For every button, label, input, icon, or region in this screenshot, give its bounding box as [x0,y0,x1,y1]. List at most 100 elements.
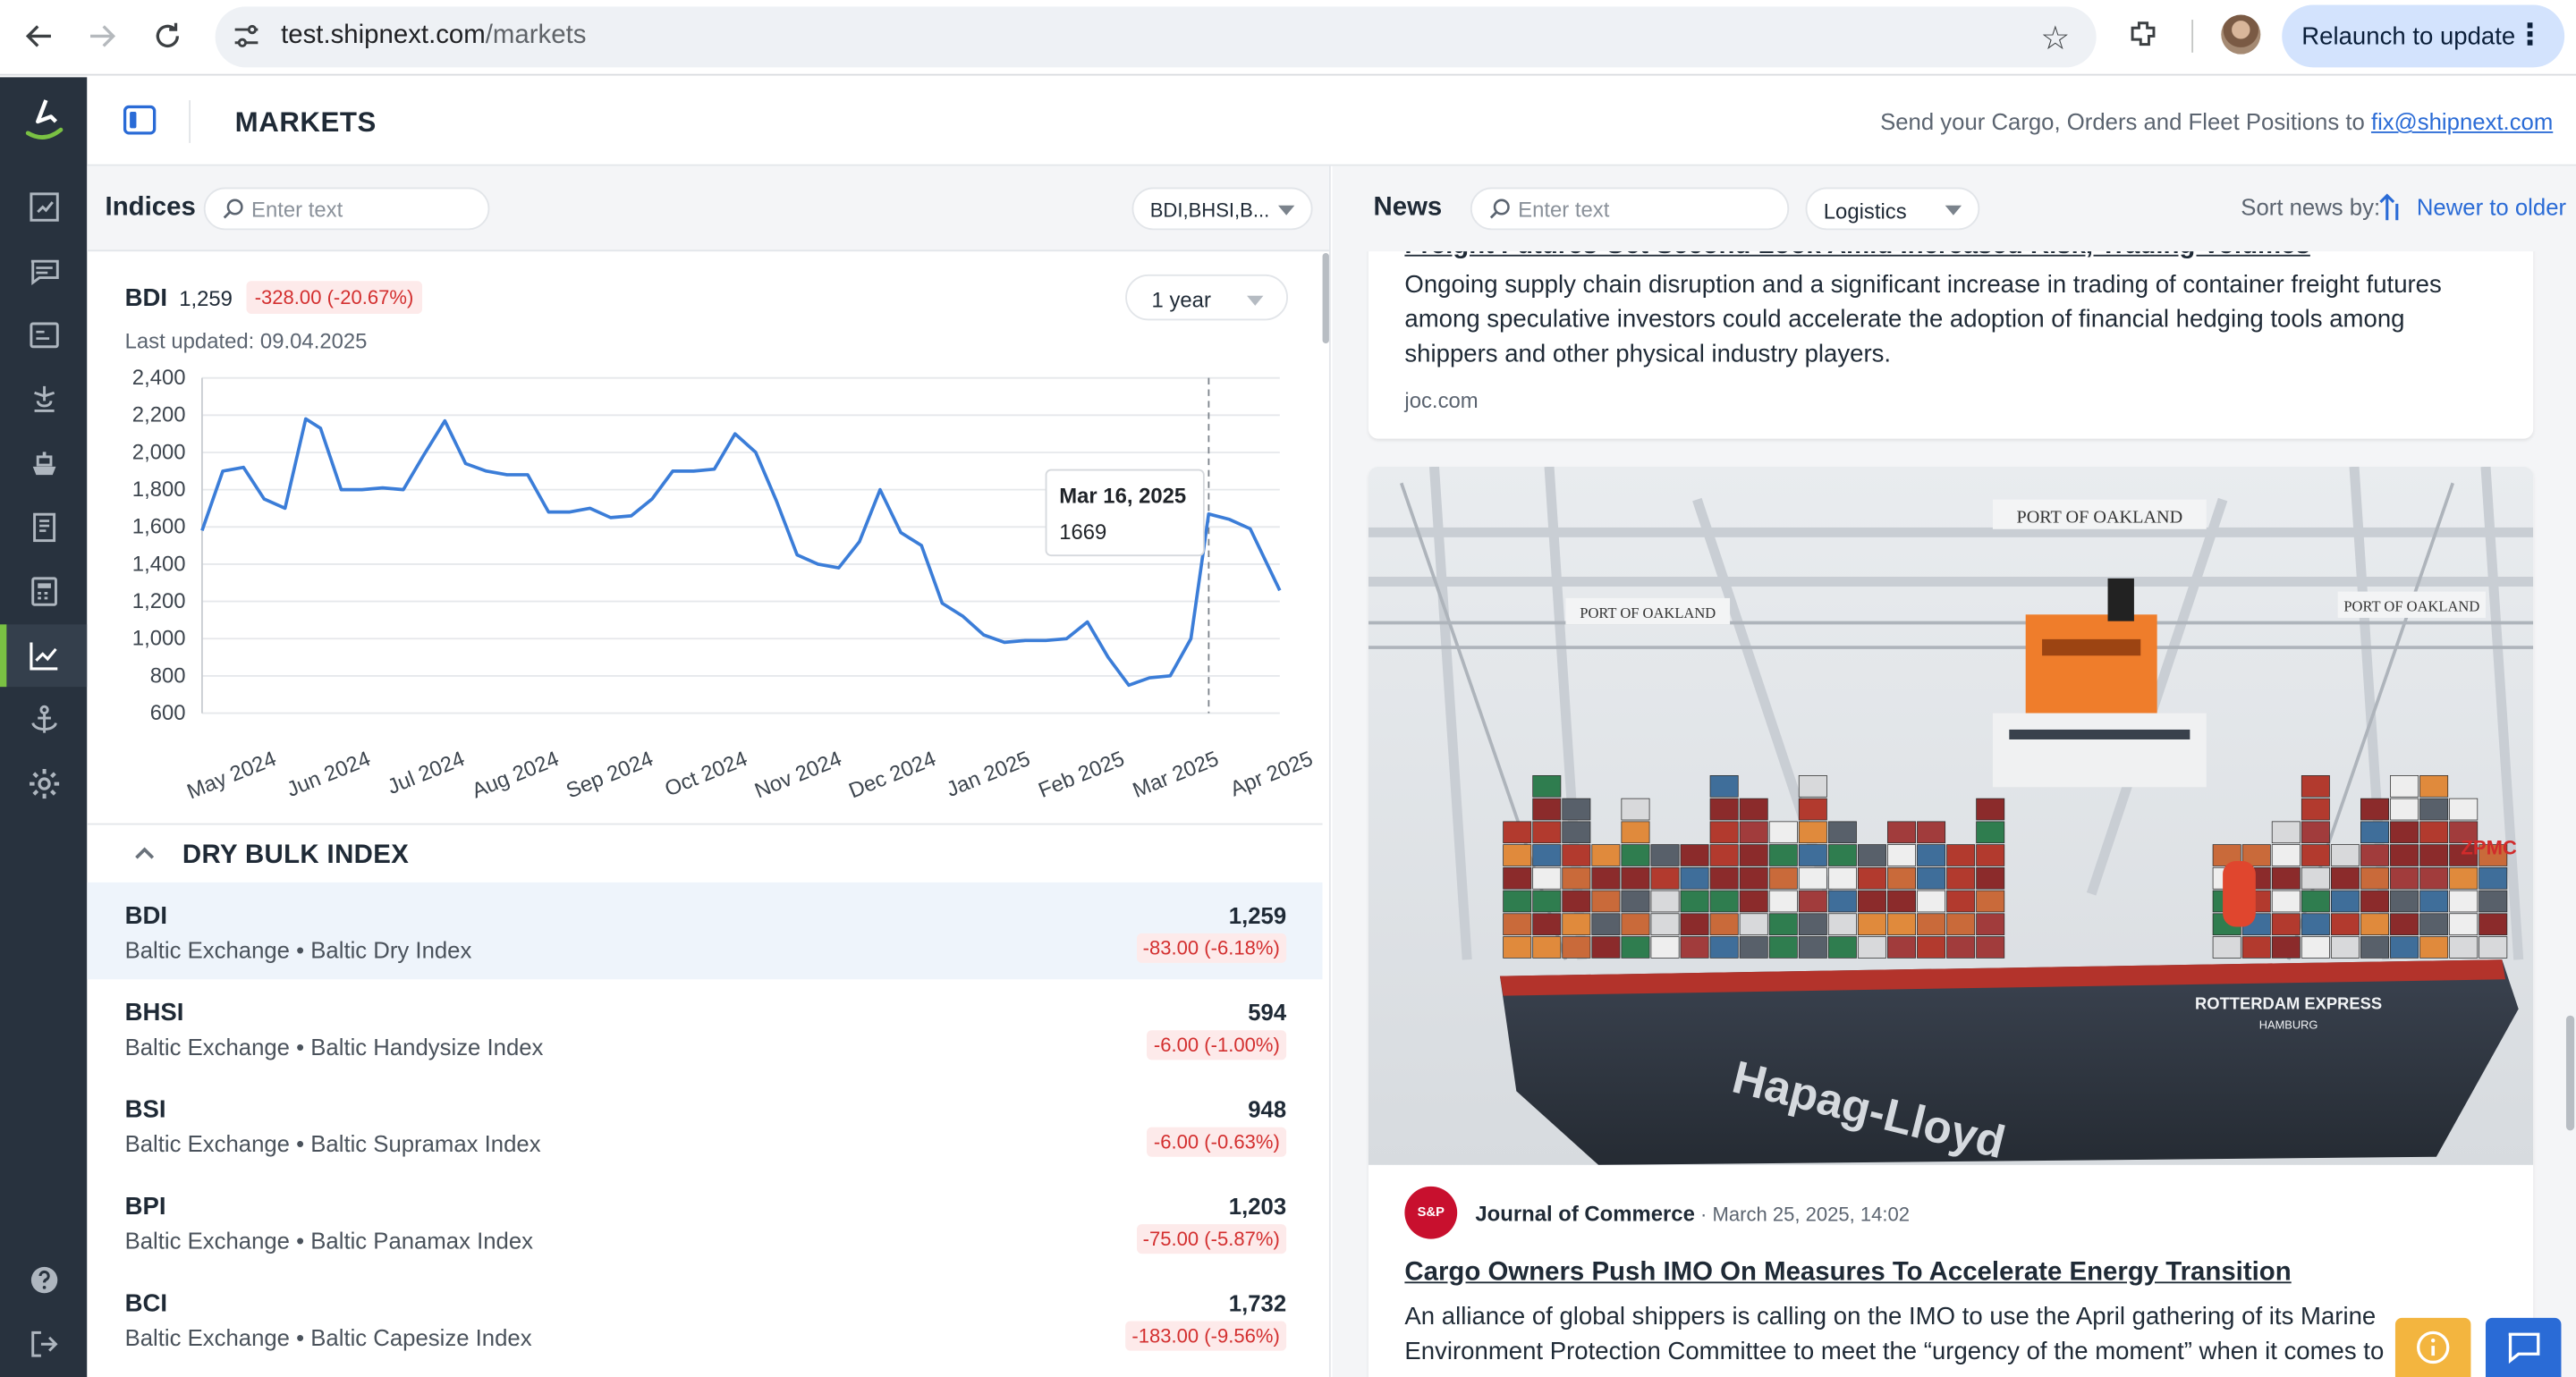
info-icon [2417,1331,2450,1364]
page-header: MARKETS Send your Cargo, Orders and Flee… [87,77,2576,166]
index-row-bhsi[interactable]: BHSI Baltic Exchange • Baltic Handysize … [87,979,1322,1076]
image-container-box [1621,821,1650,844]
chevron-up-icon[interactable] [133,845,157,861]
indices-select-dropdown[interactable]: BDI,BHSI,B... [1131,187,1313,231]
image-container-box [2330,913,2360,936]
image-container-box [1591,936,1621,959]
extensions-icon[interactable] [2126,16,2162,52]
tooltip-value: 1669 [1059,520,1106,545]
y-tick-label: 1,200 [132,589,186,613]
news-card-title[interactable]: Cargo Owners Push IMO On Measures To Acc… [1404,1259,2291,1288]
settings-gear-icon[interactable] [0,753,87,815]
image-container-box [1532,775,1562,798]
indices-search-input[interactable]: Enter text [203,187,490,231]
image-container-box [1798,936,1827,959]
browser-menu-icon[interactable]: ⋮ [2515,18,2545,53]
news-feed[interactable]: Freight Futures Get Second Look Amid Inc… [1333,251,2576,1377]
index-symbol: BPI [124,1193,166,1221]
index-change-badge: -83.00 (-6.18%) [1136,933,1287,963]
calculator-icon[interactable] [0,561,87,623]
image-container-box [1798,866,1827,890]
news-card[interactable]: Freight Futures Get Second Look Amid Inc… [1368,251,2534,439]
address-bar[interactable]: test.shipnext.com/markets ☆ [215,6,2097,68]
image-container-box [1562,798,1591,821]
image-container-box [1857,936,1886,959]
publisher-name[interactable]: Journal of Commerce [1475,1201,1694,1226]
news-category-dropdown[interactable]: Logistics [1805,187,1980,231]
image-container-box [1917,821,1946,844]
indices-label: Indices [105,193,196,223]
image-container-box [1503,866,1532,890]
anchor-icon[interactable] [0,688,87,751]
documents-icon[interactable] [0,496,87,559]
image-container-box [2419,913,2449,936]
image-container-box [1768,913,1798,936]
image-container-box [2360,844,2389,866]
logout-icon[interactable] [0,1313,87,1375]
image-container-box [1887,821,1917,844]
y-tick-label: 1,600 [132,515,186,539]
messages-icon[interactable] [0,240,87,302]
reload-icon[interactable] [145,13,191,59]
news-card-source[interactable]: joc.com [1404,388,1478,413]
bookmark-star-icon[interactable]: ☆ [2040,18,2070,59]
crane-icon[interactable] [0,368,87,431]
image-container-box [1709,936,1739,959]
image-container-box [1562,844,1591,866]
article-image[interactable]: PORT OF OAKLAND PORT OF OAKLAND PORT OF … [1368,466,2534,1165]
image-container-box [2419,798,2449,821]
news-scrollbar[interactable] [2565,1015,2575,1131]
index-description: Baltic Exchange • Baltic Supramax Index [124,1130,541,1157]
fleet-ship-icon[interactable] [0,432,87,494]
index-value: 948 [1248,1095,1287,1123]
markets-icon[interactable] [0,624,88,688]
site-settings-icon[interactable] [232,21,261,51]
image-container-box [1857,890,1886,913]
image-container-box [1503,890,1532,913]
news-search-input[interactable]: Enter text [1470,187,1790,231]
page-title: MARKETS [234,106,377,139]
cargo-icon[interactable] [0,304,87,367]
image-container-box [1976,936,2005,959]
index-row-bci[interactable]: BCI Baltic Exchange • Baltic Capesize In… [87,1271,1322,1367]
image-container-box [1827,844,1857,866]
image-container-box [1768,866,1798,890]
index-description: Baltic Exchange • Baltic Handysize Index [124,1033,544,1060]
sort-order-icon[interactable] [2379,190,2405,224]
image-container-box [1857,844,1886,866]
forward-icon[interactable] [79,13,124,59]
index-symbol: BHSI [124,999,184,1027]
image-container-box [1917,913,1946,936]
image-container-box [1650,866,1680,890]
index-row-bpi[interactable]: BPI Baltic Exchange • Baltic Panamax Ind… [87,1173,1322,1270]
sort-order-button[interactable]: Newer to older [2417,194,2566,220]
indices-scrollbar[interactable] [1322,253,1329,344]
indices-panel: Indices Enter text BDI,BHSI,B... BDI 1,2… [87,165,1331,1377]
news-card[interactable]: PORT OF OAKLAND PORT OF OAKLAND PORT OF … [1368,466,2534,1377]
index-symbol: BCI [124,1289,168,1318]
back-icon[interactable] [16,13,62,59]
sidebar-toggle-icon[interactable] [123,105,157,135]
index-row-bsi[interactable]: BSI Baltic Exchange • Baltic Supramax In… [87,1077,1322,1173]
image-container-box [2301,936,2330,959]
relaunch-button[interactable]: Relaunch to update ⋮ [2282,4,2565,68]
dashboard-icon[interactable] [0,176,87,239]
news-card-title[interactable]: Freight Futures Get Second Look Amid Inc… [1404,251,2309,261]
y-tick-label: 1,400 [132,552,186,576]
chat-button[interactable] [2485,1317,2562,1377]
image-container-box [1946,866,1976,890]
bdi-line-chart[interactable]: 2,400 2,200 2,000 1,800 1,600 1,400 1,200 1,000… [87,251,1322,824]
image-container-box [1739,866,1768,890]
shipnext-logo[interactable] [23,97,66,142]
image-container-box [2330,890,2360,913]
image-container-box [2360,913,2389,936]
info-button[interactable] [2394,1317,2471,1377]
contact-email-link[interactable]: fix@shipnext.com [2371,108,2553,134]
help-icon[interactable] [0,1249,87,1312]
image-container-box [1562,821,1591,844]
url-text[interactable]: test.shipnext.com/markets [281,21,586,51]
profile-avatar[interactable] [2221,14,2261,55]
chevron-down-icon [1945,205,1962,215]
index-row-bdi[interactable]: BDI Baltic Exchange • Baltic Dry Index 1… [87,882,1323,980]
dry-bulk-section-header[interactable]: DRY BULK INDEX [87,823,1323,883]
